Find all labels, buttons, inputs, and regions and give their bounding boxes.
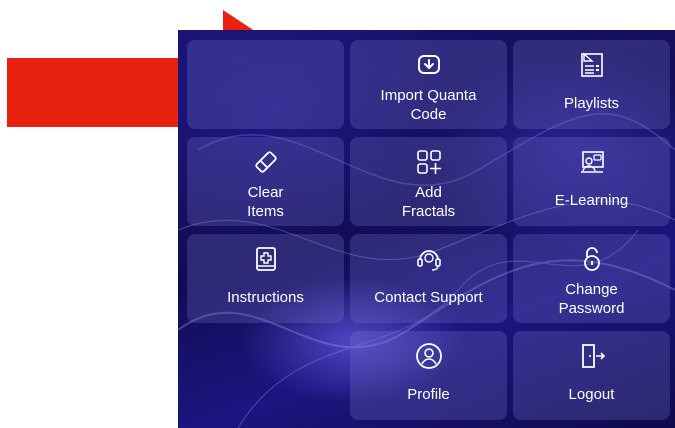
download-badge-icon: [414, 50, 444, 80]
medical-book-icon: [251, 244, 281, 274]
tile-e-learning[interactable]: E-Learning: [513, 137, 670, 226]
tile-label: Change Password: [558, 281, 625, 317]
tile-label: Import Quanta Code: [380, 87, 477, 123]
tile-profile[interactable]: Profile: [350, 331, 507, 420]
tile-label: Instructions: [227, 289, 304, 306]
user-icon: [414, 341, 444, 371]
tile-label: E-Learning: [554, 192, 629, 209]
tile-label: Contact Support: [374, 289, 483, 306]
grid-add-icon: [414, 147, 444, 177]
padlock-icon: [577, 244, 607, 274]
tile-label: Profile: [407, 386, 450, 403]
tile-label: Logout: [568, 386, 615, 403]
playlist-icon: [577, 50, 607, 80]
tile-add-fractals[interactable]: Add Fractals: [350, 137, 507, 226]
tile-instructions[interactable]: Instructions: [187, 234, 344, 323]
tile-import-quanta-code[interactable]: Import Quanta Code: [350, 40, 507, 129]
tile-contact-support[interactable]: Contact Support: [350, 234, 507, 323]
tile-playlists[interactable]: Playlists: [513, 40, 670, 129]
tile-change-password[interactable]: Change Password: [513, 234, 670, 323]
support-headset-icon: [414, 244, 444, 274]
tile-label: Add Fractals: [401, 184, 456, 220]
door-exit-icon: [577, 341, 607, 371]
elearning-icon: [577, 147, 607, 177]
tile-label: Clear Items: [247, 184, 284, 220]
tile-clear-items[interactable]: Clear Items: [187, 137, 344, 226]
app-menu-screen: Import Quanta Code Playlists Clear Items…: [178, 30, 675, 428]
eraser-icon: [251, 147, 281, 177]
tile-hidden-top-left[interactable]: [187, 40, 344, 129]
tile-label: Playlists: [563, 95, 619, 112]
tile-logout[interactable]: Logout: [513, 331, 670, 420]
